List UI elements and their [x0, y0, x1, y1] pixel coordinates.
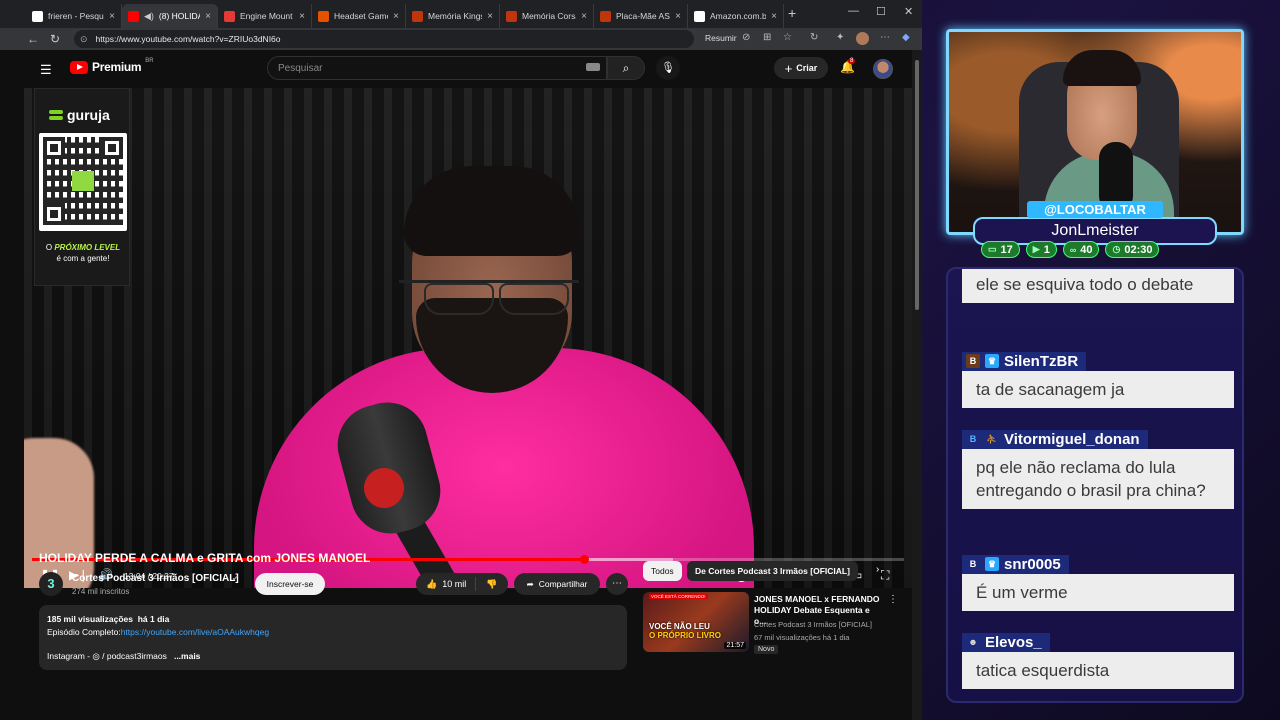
chat-message: B ⛹ Vitormiguel_donan pq ele não reclama…	[962, 429, 1234, 509]
screen: frieren - Pesquisa × ◀) (8) HOLIDAY × En…	[0, 0, 1280, 720]
youtube-page: ☰ Premium BR ⌕ 🎙 + Criar 🔔 8	[24, 50, 912, 720]
mask-icon: ☻	[968, 637, 978, 647]
chip-channel[interactable]: De Cortes Podcast 3 Irmãos [OFICIAL]	[687, 561, 858, 581]
chat-panel: ele se esquiva todo o debate B ♛ SilenTz…	[946, 267, 1244, 703]
stat-link: ∞ 40	[1062, 241, 1100, 258]
channel-avatar[interactable]: 3	[39, 572, 63, 596]
link-icon: ∞	[1069, 244, 1077, 255]
tier-badge-icon: B	[966, 354, 980, 368]
below-video-area: HOLIDAY PERDE A CALMA e GRITA com JONES …	[24, 0, 912, 720]
subscribe-button[interactable]: Inscrever-se	[255, 573, 325, 595]
tier-badge-icon: B	[966, 432, 980, 446]
new-badge: Novo	[754, 645, 779, 654]
youtube-icon: ▶	[1032, 244, 1040, 254]
recommendation-thumbnail[interactable]: VOCÊ ESTÁ CORRENDO! VOCÊ NÃO LEU O PRÓPR…	[643, 592, 749, 652]
description-box[interactable]: 185 mil visualizações há 1 dia Episódio …	[39, 605, 627, 670]
more-vert-icon[interactable]: ⋮	[888, 594, 898, 605]
share-arrow-icon: ➦	[526, 578, 534, 589]
chat-username: B ⛹ Vitormiguel_donan	[962, 429, 1148, 449]
person-icon: ⛹	[986, 434, 998, 444]
episode-link[interactable]: https://youtube.com/live/aOAAukwhqeg	[121, 627, 269, 637]
chat-message: ele se esquiva todo o debate	[962, 269, 1234, 303]
stat-chat: ▭ 17	[981, 241, 1020, 258]
like-button[interactable]: 👍 10 mil	[416, 577, 476, 591]
stat-clock: ◷ 02:30	[1105, 241, 1160, 258]
tier-badge-icon: B	[969, 559, 977, 569]
chip-all[interactable]: Todos	[643, 561, 682, 581]
chat-text: pq ele não reclama do lula entregando o …	[962, 448, 1234, 509]
chat-message: B ♛ snr0005 É um verme	[962, 554, 1234, 611]
show-more-link[interactable]: ...mais	[174, 651, 200, 661]
recommendation-channel[interactable]: Cortes Podcast 3 Irmãos [OFICIAL]	[754, 620, 872, 629]
dislike-button[interactable]: 👎	[476, 579, 497, 590]
scrollbar-thumb[interactable]	[915, 60, 919, 310]
chevron-right-icon[interactable]: ›	[876, 564, 879, 575]
chat-icon: ▭	[988, 244, 997, 254]
video-duration: 21:57	[724, 642, 746, 649]
stat-youtube: ▶ 1	[1025, 241, 1057, 258]
subscriber-count: 274 mil inscritos	[72, 587, 130, 596]
browser-window: frieren - Pesquisa × ◀) (8) HOLIDAY × En…	[0, 0, 922, 720]
description-line-instagram: Instagram - ◎ / podcast3irmaos ...mais	[47, 651, 201, 661]
recommendation-meta: 67 mil visualizações há 1 dia	[754, 633, 850, 642]
thumbs-down-icon: 👎	[486, 578, 498, 589]
clock-icon: ◷	[1112, 244, 1121, 254]
verified-icon: ✔	[232, 574, 239, 583]
thumbs-up-icon: 👍	[426, 578, 438, 589]
chat-text: ta de sacanagem ja	[962, 370, 1234, 408]
stream-stats: ▭ 17 ▶ 1 ∞ 40 ◷ 02:30	[981, 241, 1160, 258]
streamer-nameplate: JonLmeister @LOCOBALTAR ▭ 17 ▶ 1 ∞ 40 ◷ 02:3…	[973, 201, 1217, 261]
chat-username: B ♛ snr0005	[962, 554, 1069, 574]
more-actions-icon[interactable]: ⋯	[606, 573, 628, 595]
page-scrollbar[interactable]	[912, 50, 922, 720]
streamer-handle: @LOCOBALTAR	[1027, 201, 1163, 218]
like-dislike-group: 👍 10 mil 👎	[416, 573, 508, 595]
description-stats: 185 mil visualizações há 1 dia	[47, 614, 170, 624]
crown-icon: ♛	[985, 557, 999, 571]
chat-text: É um verme	[962, 573, 1234, 611]
description-line-episode: Episódio Completo:https://youtube.com/li…	[47, 627, 270, 637]
channel-name[interactable]: Cortes Podcast 3 Irmãos [OFICIAL]	[72, 573, 239, 584]
chat-message: B ♛ SilenTzBR ta de sacanagem ja	[962, 351, 1234, 408]
streamer-hair	[1063, 50, 1141, 86]
crown-icon: ♛	[985, 354, 999, 368]
chat-text: tatica esquerdista	[962, 651, 1234, 689]
chat-username: B ♛ SilenTzBR	[962, 351, 1087, 371]
video-title: HOLIDAY PERDE A CALMA e GRITA com JONES …	[39, 551, 371, 565]
share-button[interactable]: ➦ Compartilhar	[514, 573, 600, 595]
chat-message: ☻ Elevos_ tatica esquerdista	[962, 632, 1234, 689]
chat-text: ele se esquiva todo o debate	[962, 269, 1234, 303]
thumbnail-caption: VOCÊ NÃO LEU O PRÓPRIO LIVRO	[649, 622, 722, 640]
chat-username: ☻ Elevos_	[962, 632, 1050, 652]
